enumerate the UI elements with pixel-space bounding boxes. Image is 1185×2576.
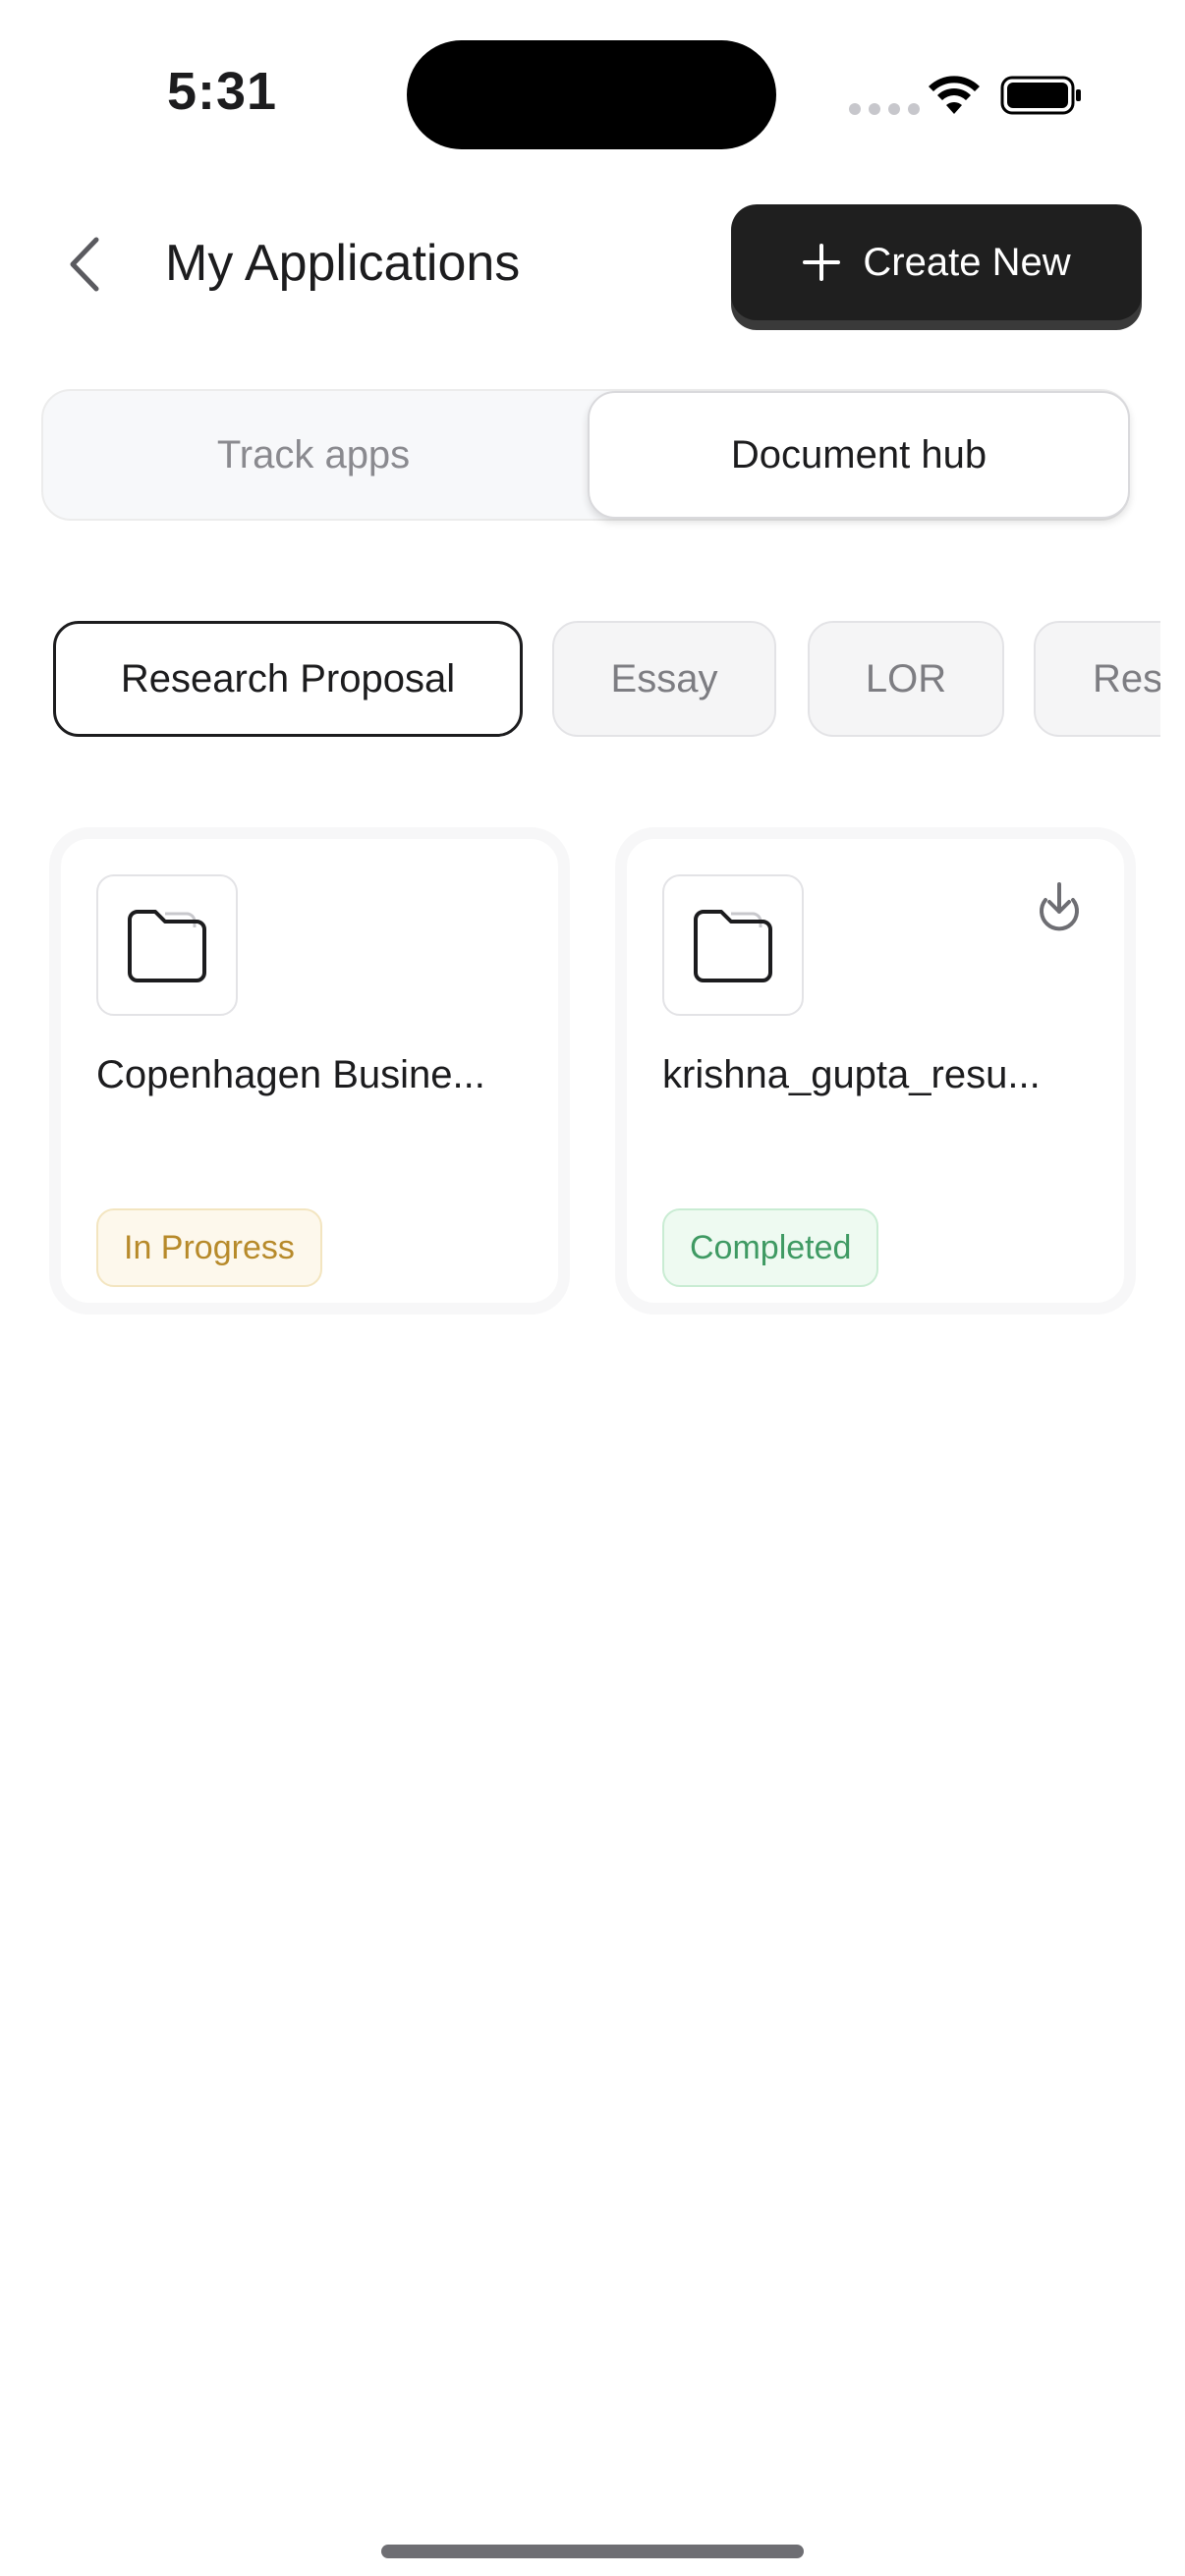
create-new-label: Create New	[863, 240, 1071, 284]
document-category-chips: Research Proposal Essay LOR Res	[53, 621, 1160, 741]
home-indicator[interactable]	[381, 2545, 804, 2558]
document-name: Copenhagen Busine...	[96, 1053, 485, 1096]
status-time: 5:31	[167, 62, 278, 121]
download-icon[interactable]	[1030, 878, 1089, 937]
document-card[interactable]: Copenhagen Busine... In Progress	[49, 827, 570, 1315]
tab-document-hub[interactable]: Document hub	[588, 391, 1130, 519]
folder-icon-box	[662, 874, 804, 1016]
document-card[interactable]: krishna_gupta_resu... Completed	[615, 827, 1136, 1315]
dynamic-island	[407, 40, 776, 149]
tab-track-apps[interactable]: Track apps	[43, 391, 584, 519]
create-new-button[interactable]: Create New	[731, 204, 1142, 320]
chip-essay[interactable]: Essay	[552, 621, 776, 737]
document-name: krishna_gupta_resu...	[662, 1053, 1041, 1096]
plus-icon	[803, 244, 841, 281]
page-title: My Applications	[165, 235, 521, 292]
status-badge: Completed	[662, 1208, 879, 1287]
folder-icon-box	[96, 874, 238, 1016]
wifi-icon	[929, 76, 980, 114]
battery-icon	[1000, 76, 1081, 115]
status-badge: In Progress	[96, 1208, 322, 1287]
chip-research-proposal[interactable]: Research Proposal	[53, 621, 523, 737]
chevron-left-icon	[70, 237, 99, 292]
chip-lor[interactable]: LOR	[808, 621, 1004, 737]
back-button[interactable]	[55, 230, 114, 299]
cellular-signal-icon	[849, 103, 920, 115]
view-segmented-control: Track apps Document hub	[41, 389, 1130, 521]
chip-resume[interactable]: Res	[1034, 621, 1160, 737]
folder-icon	[128, 910, 206, 982]
folder-icon	[694, 910, 772, 982]
